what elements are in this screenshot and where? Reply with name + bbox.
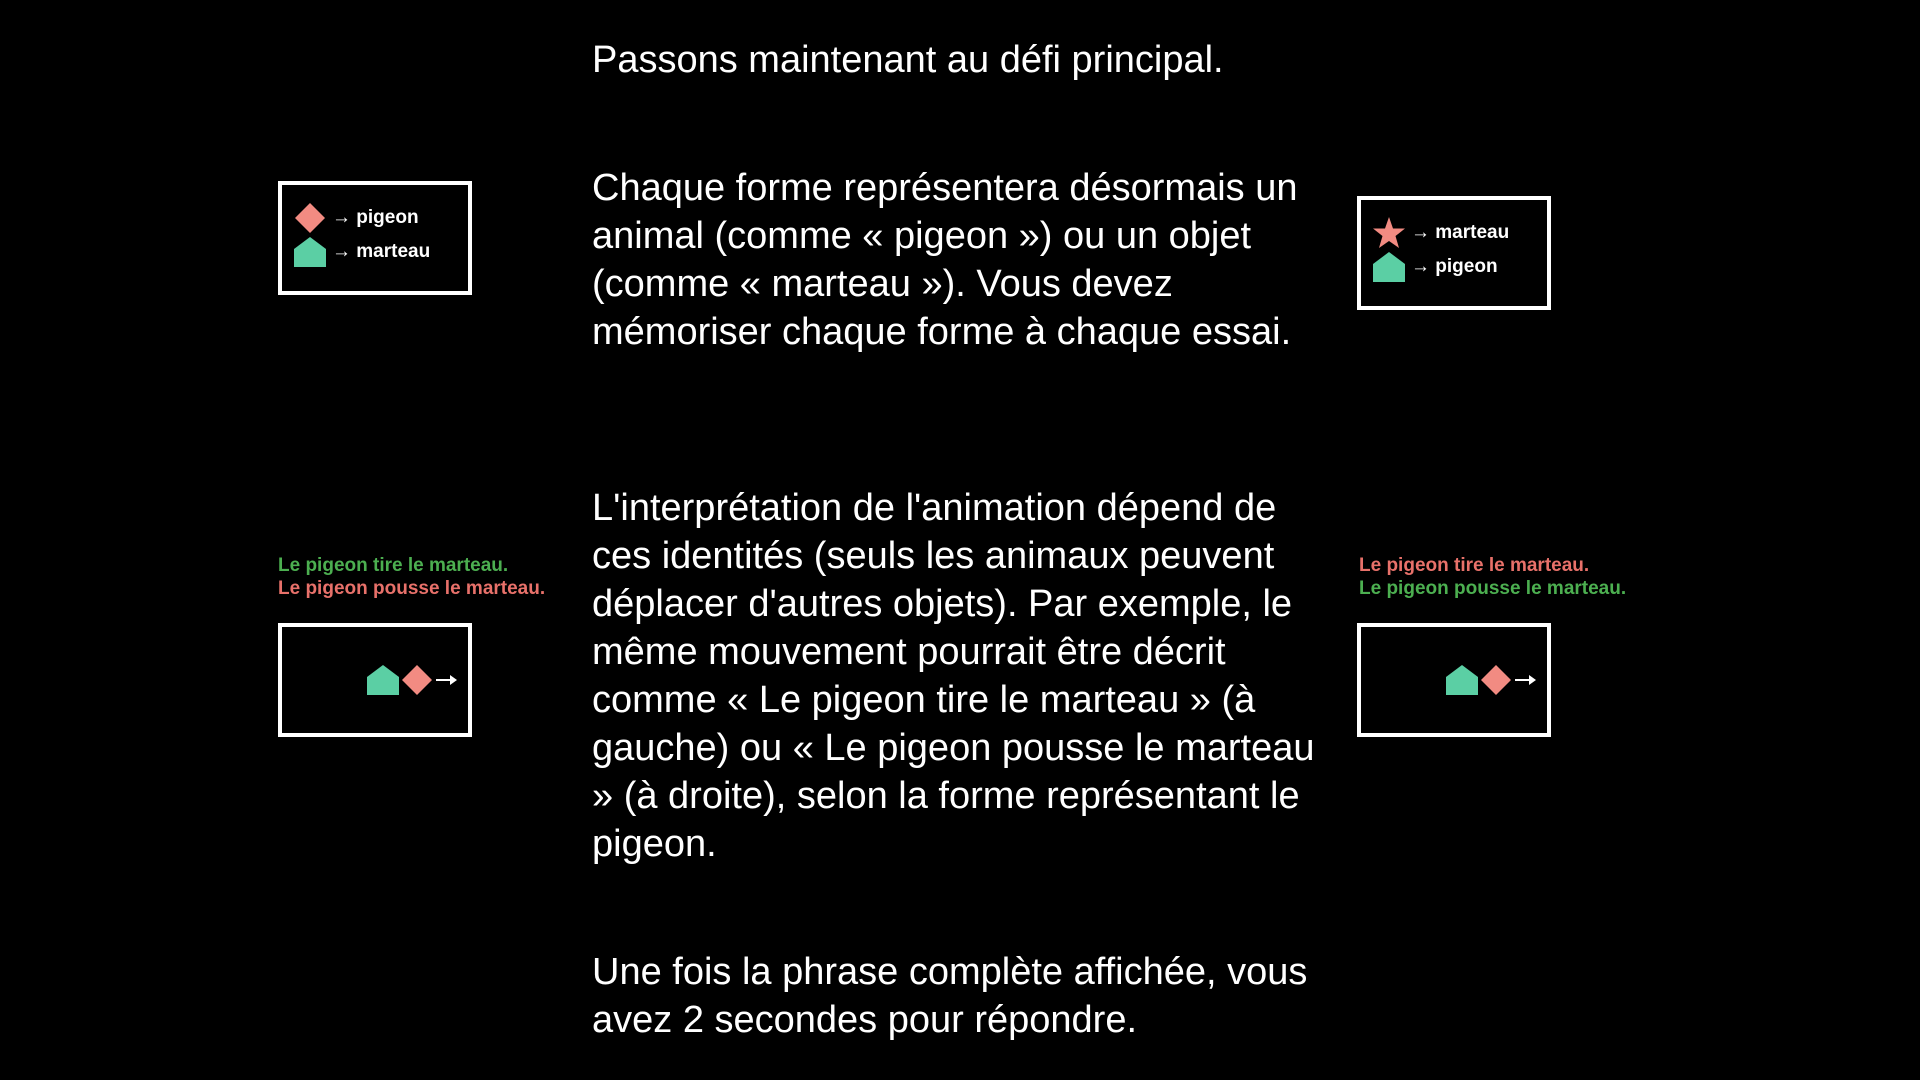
legend-row: → pigeon (292, 201, 419, 235)
animation-shapes (366, 663, 458, 702)
intro-heading: Passons maintenant au défi principal. (592, 39, 1224, 81)
legend-label: → pigeon (1411, 256, 1498, 277)
animation-shapes (1445, 663, 1537, 702)
caption-incorrect: Le pigeon tire le marteau. (1359, 555, 1590, 576)
house-icon (1371, 250, 1407, 284)
caption-incorrect: Le pigeon pousse le marteau. (278, 578, 546, 599)
animation-panel-left (278, 623, 472, 737)
caption-correct: Le pigeon tire le marteau. (278, 555, 509, 576)
caption-correct: Le pigeon pousse le marteau. (1359, 578, 1627, 599)
arrow-right-icon (1513, 663, 1537, 702)
legend-row: → marteau (292, 235, 430, 269)
legend-label: → marteau (332, 241, 431, 262)
legend-row: → marteau (1371, 216, 1509, 250)
legend-row: → pigeon (1371, 250, 1498, 284)
diamond-icon (400, 663, 434, 702)
house-icon (292, 235, 328, 269)
instruction-paragraph-timing: Une fois la phrase complète affichée, vo… (592, 951, 1308, 1041)
legend-panel-right: → marteau → pigeon (1357, 196, 1551, 310)
arrow-right-icon (434, 663, 458, 702)
legend-label: → marteau (1411, 222, 1510, 243)
instruction-paragraph-shapes: Chaque forme représentera désormais un a… (592, 167, 1298, 353)
legend-label: → pigeon (332, 207, 419, 228)
diamond-icon (1479, 663, 1513, 702)
diamond-icon (292, 201, 328, 235)
house-icon (366, 663, 400, 702)
house-icon (1445, 663, 1479, 702)
animation-panel-right (1357, 623, 1551, 737)
legend-panel-left: → pigeon → marteau (278, 181, 472, 295)
star-icon (1371, 216, 1407, 250)
instruction-paragraph-interpretation: L'interprétation de l'animation dépend d… (592, 487, 1315, 865)
